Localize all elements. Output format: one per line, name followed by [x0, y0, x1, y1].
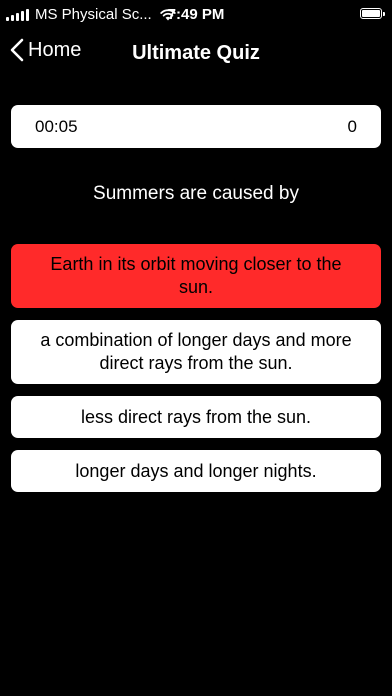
- navigation-bar: Home Ultimate Quiz: [0, 30, 392, 76]
- answer-option-2[interactable]: a combination of longer days and more di…: [11, 320, 381, 384]
- status-bar: MS Physical Sc... 7:49 PM: [0, 0, 392, 30]
- timer: 00:05: [35, 117, 78, 136]
- signal-icon: [6, 8, 29, 21]
- question-text: Summers are caused by: [93, 183, 299, 204]
- score: 0: [347, 117, 357, 136]
- status-time: 7:49 PM: [167, 6, 225, 23]
- answer-option-1[interactable]: Earth in its orbit moving closer to the …: [11, 244, 381, 308]
- page-title: Ultimate Quiz: [132, 42, 260, 64]
- carrier-name: MS Physical Sc...: [35, 6, 152, 23]
- answer-option-4[interactable]: longer days and longer nights.: [11, 450, 381, 492]
- score-card: 00:05 0: [11, 105, 381, 148]
- status-left: MS Physical Sc...: [6, 6, 176, 23]
- answer-option-3[interactable]: less direct rays from the sun.: [11, 396, 381, 438]
- battery-icon: [360, 8, 385, 19]
